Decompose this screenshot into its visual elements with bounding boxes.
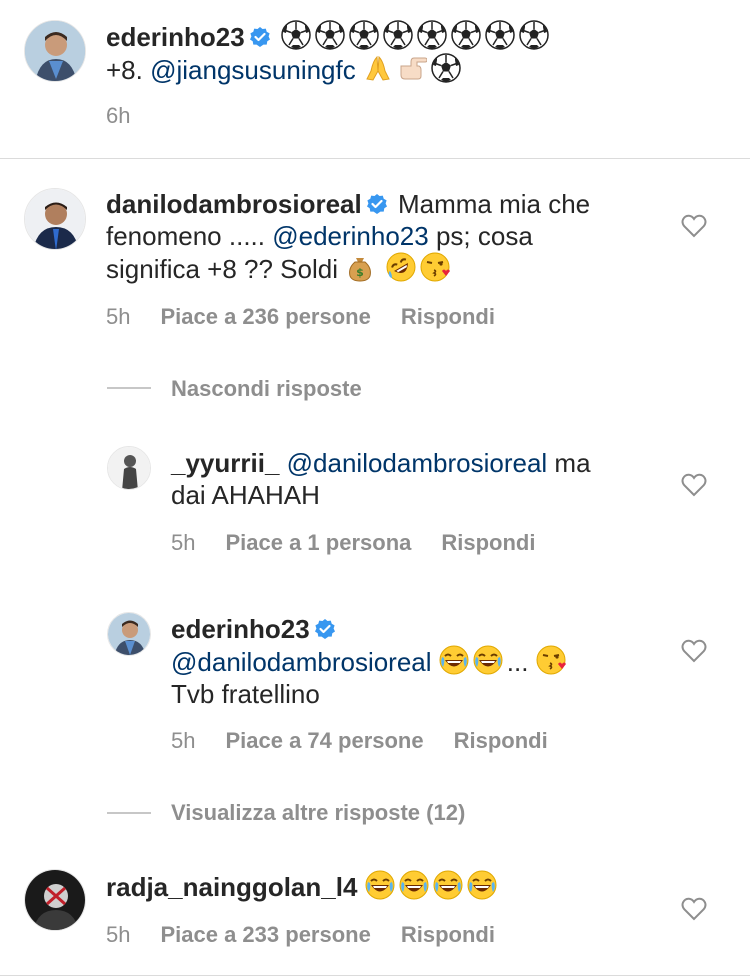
- comment-username[interactable]: danilodambrosioreal: [106, 189, 362, 219]
- commenter-avatar[interactable]: [24, 869, 86, 931]
- reply-timestamp: 5h: [171, 530, 196, 555]
- comment-body: radja_nainggolan_l4: [106, 870, 666, 903]
- post-timestamp: 6h: [106, 103, 131, 128]
- reply-body: _yyurrii_ @danilodambrosioreal ma dai AH…: [171, 447, 661, 511]
- laughing-emoji-icon: [472, 645, 503, 675]
- reply-text: ...: [506, 647, 529, 677]
- like-heart-icon[interactable]: [681, 897, 707, 921]
- post-meta: 6h: [106, 103, 160, 129]
- post-author-avatar[interactable]: [24, 20, 86, 82]
- reply-button[interactable]: Rispondi: [454, 728, 548, 753]
- bottom-divider: [0, 975, 750, 976]
- like-heart-icon[interactable]: [681, 214, 707, 238]
- reply-meta: 5h Piace a 1 persona Rispondi: [171, 530, 565, 556]
- like-heart-icon[interactable]: [681, 473, 707, 497]
- comment-text: significa +8 ?? Soldi: [106, 254, 338, 284]
- verified-badge-icon: [313, 618, 336, 640]
- commenter-avatar[interactable]: [24, 188, 86, 250]
- soccer-ball-icon: [431, 53, 461, 83]
- laughing-emoji-icon: [432, 870, 463, 900]
- reply-body: ederinho23 @danilodambrosioreal ... Tvb …: [171, 613, 661, 710]
- comment-body: danilodambrosioreal Mamma mia che fenome…: [106, 188, 666, 285]
- reply-text: ma: [547, 448, 591, 478]
- reply-mention-link[interactable]: @danilodambrosioreal: [287, 448, 548, 478]
- soccer-ball-icon: [315, 20, 345, 50]
- soccer-ball-icon: [383, 20, 413, 50]
- verified-badge-icon: [248, 26, 271, 48]
- reply-button[interactable]: Rispondi: [401, 304, 495, 329]
- pray-hands-icon: [366, 56, 390, 81]
- comment-timestamp: 5h: [106, 304, 131, 329]
- laughing-emoji-icon: [398, 870, 429, 900]
- reply-text: Tvb fratellino: [171, 679, 320, 709]
- laughing-emoji-icon: [438, 645, 469, 675]
- soccer-ball-icon: [349, 20, 379, 50]
- comment-likes-link[interactable]: Piace a 236 persone: [160, 304, 370, 329]
- laughing-emoji-icon: [466, 870, 497, 900]
- soccer-ball-icon: [485, 20, 515, 50]
- thread-line: [107, 812, 151, 814]
- rofl-emoji-icon: [386, 252, 417, 282]
- comment-meta: 5h Piace a 233 persone Rispondi: [106, 922, 525, 948]
- soccer-ball-icon: [451, 20, 481, 50]
- comment-text: ps; cosa: [428, 221, 533, 251]
- reply-mention-link[interactable]: @danilodambrosioreal: [171, 647, 432, 677]
- comment-mention-link[interactable]: @ederinho23: [272, 221, 429, 251]
- reply-username[interactable]: ederinho23: [171, 614, 310, 644]
- post-mention-link[interactable]: @jiangsusuningfc: [150, 55, 356, 85]
- thread-line: [107, 387, 151, 389]
- reply-avatar[interactable]: [107, 446, 151, 490]
- reply-meta: 5h Piace a 74 persone Rispondi: [171, 728, 578, 754]
- reply-likes-link[interactable]: Piace a 1 persona: [225, 530, 411, 555]
- comment-timestamp: 5h: [106, 922, 131, 947]
- reply-text: dai AHAHAH: [171, 480, 320, 510]
- soccer-ball-icon: [281, 20, 311, 50]
- like-heart-icon[interactable]: [681, 639, 707, 663]
- view-more-replies-button[interactable]: Visualizza altre risposte (12): [171, 800, 465, 826]
- post-author-username[interactable]: ederinho23: [106, 22, 245, 52]
- post-caption-text: +8.: [106, 55, 143, 85]
- kiss-emoji-icon: [420, 252, 451, 282]
- soccer-ball-icon: [417, 20, 447, 50]
- money-bag-icon: [349, 257, 372, 282]
- comment-meta: 5h Piace a 236 persone Rispondi: [106, 304, 525, 330]
- comment-likes-link[interactable]: Piace a 233 persone: [160, 922, 370, 947]
- verified-badge-icon: [365, 193, 388, 215]
- laughing-emoji-icon: [364, 870, 395, 900]
- kiss-emoji-icon: [535, 645, 566, 675]
- caption-divider: [0, 158, 750, 159]
- soccer-ball-icon: [519, 20, 549, 50]
- post-caption: ederinho23 +8. @jiangsusuningfc: [106, 20, 726, 86]
- reply-avatar[interactable]: [107, 612, 151, 656]
- hide-replies-button[interactable]: Nascondi risposte: [171, 376, 362, 402]
- reply-button[interactable]: Rispondi: [401, 922, 495, 947]
- reply-likes-link[interactable]: Piace a 74 persone: [225, 728, 423, 753]
- comment-text: fenomeno .....: [106, 221, 265, 251]
- thumbs-up-icon: [400, 57, 427, 80]
- comment-text: Mamma mia che: [397, 189, 591, 219]
- comment-username[interactable]: radja_nainggolan_l4: [106, 872, 357, 902]
- reply-timestamp: 5h: [171, 728, 196, 753]
- reply-button[interactable]: Rispondi: [441, 530, 535, 555]
- reply-username[interactable]: _yyurrii_: [171, 448, 279, 478]
